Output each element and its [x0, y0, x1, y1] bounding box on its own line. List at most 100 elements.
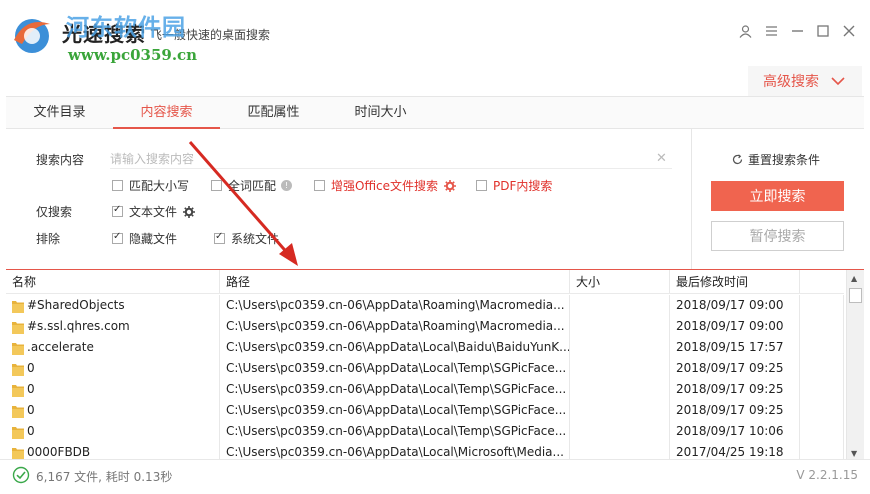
- folder-icon: [12, 300, 24, 313]
- cell-size: [570, 358, 670, 379]
- cell-size: [570, 379, 670, 400]
- tab-match-attributes[interactable]: 匹配属性: [220, 97, 327, 128]
- cell-extra: [800, 421, 844, 442]
- checkbox-box: [314, 180, 325, 191]
- cell-modified: 2018/09/17 09:25: [670, 358, 800, 379]
- file-name: 0: [27, 382, 35, 396]
- column-header-path[interactable]: 路径: [220, 270, 570, 293]
- scrollbar-thumb[interactable]: [849, 288, 862, 303]
- file-name: 0000FBDB: [27, 445, 91, 459]
- cell-path: C:\Users\pc0359.cn-06\AppData\Local\Baid…: [220, 337, 570, 358]
- reset-conditions-button[interactable]: 重置搜索条件: [732, 151, 820, 168]
- cell-extra: [800, 400, 844, 421]
- check-circle-icon: [12, 466, 30, 484]
- table-row[interactable]: 0 C:\Users\pc0359.cn-06\AppData\Local\Tem…: [6, 421, 844, 442]
- pdf-search-checkbox[interactable]: PDF内搜索: [476, 177, 552, 194]
- vertical-scrollbar[interactable]: ▲ ▼: [846, 270, 864, 459]
- hidden-file-checkbox[interactable]: 隐藏文件: [112, 230, 177, 247]
- cell-extra: [800, 295, 844, 316]
- folder-icon: [12, 363, 24, 376]
- cell-modified: 2018/09/17 09:00: [670, 316, 800, 337]
- checkbox-box: [214, 231, 225, 244]
- column-header-name[interactable]: 名称: [6, 270, 220, 293]
- cell-extra: [800, 379, 844, 400]
- cell-path: C:\Users\pc0359.cn-06\AppData\Local\Temp…: [220, 421, 570, 442]
- file-name: #SharedObjects: [27, 298, 125, 312]
- table-row[interactable]: 0 C:\Users\pc0359.cn-06\AppData\Local\Tem…: [6, 400, 844, 421]
- office-enhanced-checkbox[interactable]: 增强Office文件搜索: [314, 177, 457, 194]
- checkbox-box: [112, 231, 123, 244]
- tab-time-size[interactable]: 时间大小: [327, 97, 434, 128]
- cell-size: [570, 337, 670, 358]
- tab-file-directory[interactable]: 文件目录: [6, 97, 113, 128]
- checkbox-box: [112, 180, 123, 191]
- tab-content-search[interactable]: 内容搜索: [113, 97, 220, 129]
- folder-icon: [12, 405, 24, 418]
- cell-modified: 2018/09/17 09:00: [670, 295, 800, 316]
- search-now-button[interactable]: 立即搜索: [711, 181, 844, 211]
- checkbox-box: [476, 180, 487, 191]
- menu-icon[interactable]: [764, 24, 778, 38]
- table-row[interactable]: 0 C:\Users\pc0359.cn-06\AppData\Local\Tem…: [6, 358, 844, 379]
- advanced-search-button[interactable]: 高级搜索: [748, 66, 862, 96]
- maximize-icon[interactable]: [816, 24, 830, 38]
- table-row[interactable]: #SharedObjects C:\Users\pc0359.cn-06\AppD…: [6, 295, 844, 316]
- file-name: 0: [27, 361, 35, 375]
- column-header-size[interactable]: 大小: [570, 270, 670, 293]
- cell-name: .accelerate: [6, 337, 220, 358]
- search-input[interactable]: [110, 149, 672, 169]
- search-content-label: 搜索内容: [36, 153, 85, 167]
- cell-name: 0: [6, 379, 220, 400]
- table-row[interactable]: .accelerate C:\Users\pc0359.cn-06\AppData…: [6, 337, 844, 358]
- info-icon[interactable]: !: [281, 180, 293, 191]
- gear-icon[interactable]: [444, 179, 457, 192]
- results-table: 名称 路径 大小 最后修改时间 #SharedObjects C:\Users\p…: [6, 269, 864, 459]
- exclude-label: 排除: [36, 232, 61, 246]
- cell-path: C:\Users\pc0359.cn-06\AppData\Local\Temp…: [220, 379, 570, 400]
- clear-icon[interactable]: ✕: [656, 151, 667, 166]
- cell-modified: 2018/09/15 17:57: [670, 337, 800, 358]
- cell-extra: [800, 337, 844, 358]
- minimize-icon[interactable]: [790, 24, 804, 38]
- user-icon[interactable]: [738, 24, 752, 38]
- version-label: V 2.2.1.15: [796, 468, 858, 482]
- chevron-down-icon: [831, 76, 845, 85]
- cell-extra: [800, 358, 844, 379]
- file-name: #s.ssl.qhres.com: [27, 319, 130, 333]
- table-row[interactable]: 0000FBDB C:\Users\pc0359.cn-06\AppData\Lo…: [6, 442, 844, 459]
- close-icon[interactable]: [842, 24, 856, 38]
- table-row[interactable]: #s.ssl.qhres.com C:\Users\pc0359.cn-06\Ap…: [6, 316, 844, 337]
- refresh-icon: [732, 154, 743, 165]
- cell-size: [570, 316, 670, 337]
- title-bar: 光速搜索 飞一般快速的桌面搜索 河东软件园 www.pc0359.cn: [0, 0, 870, 66]
- system-file-checkbox[interactable]: 系统文件: [214, 230, 279, 247]
- watermark-url: www.pc0359.cn: [68, 46, 198, 64]
- whole-word-checkbox[interactable]: 全词匹配 !: [211, 177, 293, 194]
- column-header-extra: [800, 270, 844, 293]
- cell-name: #SharedObjects: [6, 295, 220, 316]
- scroll-up-arrow[interactable]: ▲: [851, 274, 857, 283]
- table-row[interactable]: 0 C:\Users\pc0359.cn-06\AppData\Local\Tem…: [6, 379, 844, 400]
- whole-word-label: 全词匹配: [228, 179, 277, 193]
- cell-modified: 2018/09/17 09:25: [670, 400, 800, 421]
- text-file-checkbox[interactable]: 文本文件: [112, 203, 196, 220]
- cell-path: C:\Users\pc0359.cn-06\AppData\Local\Temp…: [220, 358, 570, 379]
- cell-modified: 2017/04/25 19:18: [670, 442, 800, 459]
- table-header: 名称 路径 大小 最后修改时间: [6, 270, 844, 294]
- match-case-checkbox[interactable]: 匹配大小写: [112, 177, 189, 194]
- checkbox-box: [211, 180, 222, 191]
- file-name: 0: [27, 403, 35, 417]
- scroll-down-arrow[interactable]: ▼: [851, 449, 857, 458]
- folder-icon: [12, 342, 24, 355]
- match-case-label: 匹配大小写: [129, 179, 190, 193]
- column-header-modified[interactable]: 最后修改时间: [670, 270, 800, 293]
- cell-path: C:\Users\pc0359.cn-06\AppData\Roaming\Ma…: [220, 316, 570, 337]
- cell-size: [570, 295, 670, 316]
- cell-path: C:\Users\pc0359.cn-06\AppData\Roaming\Ma…: [220, 295, 570, 316]
- pause-search-button[interactable]: 暂停搜索: [711, 221, 844, 251]
- gear-icon[interactable]: [183, 205, 196, 218]
- table-body: #SharedObjects C:\Users\pc0359.cn-06\AppD…: [6, 295, 844, 459]
- tab-bar: 文件目录 内容搜索 匹配属性 时间大小: [6, 96, 864, 129]
- text-file-label: 文本文件: [129, 205, 178, 219]
- cell-name: 0: [6, 421, 220, 442]
